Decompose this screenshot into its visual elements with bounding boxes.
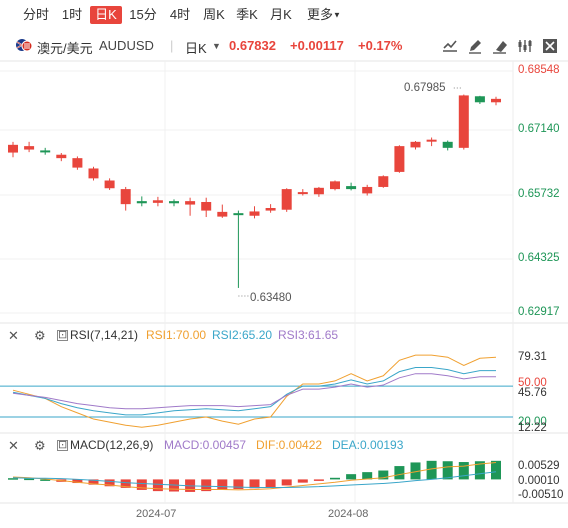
macd-bar (8, 478, 18, 480)
macd-bar (330, 477, 340, 480)
price-axis-label: 0.68548 (518, 64, 560, 76)
x-label-july: 2024-07 (136, 508, 177, 520)
macd-axis-label: 0.00010 (518, 475, 560, 487)
candle-body (56, 154, 67, 159)
rsi-axis-label: 79.31 (518, 351, 547, 363)
candle-body (313, 187, 324, 195)
macd-bar (346, 474, 357, 480)
candle-body (378, 176, 389, 187)
candle-body (394, 146, 405, 172)
candle-body (152, 200, 163, 203)
candle-body (104, 180, 115, 189)
macd-title: MACD(12,26,9) (70, 438, 154, 452)
x-label-august: 2024-08 (328, 508, 369, 520)
candle-body (217, 211, 228, 217)
candle-body (410, 141, 421, 148)
price-axis-label: 0.65732 (518, 188, 560, 200)
rsi2-value: RSI2:65.20 (212, 328, 273, 342)
candle-body (281, 189, 292, 210)
candle-body (249, 211, 260, 216)
candle-body (458, 95, 469, 148)
macd-value: MACD:0.00457 (164, 438, 247, 452)
indicator-toggle-icon[interactable]: ⊡ (57, 330, 68, 341)
rsi-title: RSI(7,14,21) (70, 328, 139, 342)
low-annotation: 0.63480 (250, 292, 292, 304)
macd-bar (265, 479, 276, 488)
macd-bar (24, 478, 35, 481)
macd-bar (152, 479, 163, 492)
rsi3-value: RSI3:61.65 (278, 328, 339, 342)
candle-body (362, 186, 373, 194)
macd-bar (313, 479, 324, 481)
macd-bar (458, 462, 469, 480)
candle-body (346, 186, 357, 190)
candle-body (136, 201, 147, 204)
candle-body (233, 213, 244, 216)
candle-body (185, 201, 196, 205)
macd-axis-label: -0.00510 (518, 489, 564, 501)
gear-icon[interactable]: ⚙ (34, 328, 46, 344)
macd-bar (281, 479, 292, 486)
rsi-line-rsi2 (12, 367, 496, 416)
price-axis-label: 0.62917 (518, 306, 560, 318)
high-annotation: 0.67985 (404, 82, 446, 94)
candle-body (8, 144, 18, 153)
macd-header: ✕ ⚙ ⊡ MACD(12,26,9) MACD:0.00457 DIF:0.0… (0, 436, 568, 454)
candle-body (297, 192, 308, 195)
candle-body (426, 139, 437, 142)
rsi1-value: RSI1:70.00 (146, 328, 207, 342)
dif-value: DIF:0.00422 (256, 438, 323, 452)
macd-bar (491, 460, 501, 480)
close-icon[interactable]: ✕ (8, 328, 19, 344)
macd-bar (217, 479, 228, 490)
candle-body (72, 158, 83, 168)
macd-bar (426, 460, 437, 480)
candle-body (474, 96, 485, 103)
macd-bar (442, 461, 453, 480)
candle-body (169, 201, 179, 204)
candle-body (265, 208, 276, 211)
macd-bar (394, 466, 405, 480)
candle-body (201, 201, 212, 211)
candle-body (442, 141, 453, 148)
gear-icon[interactable]: ⚙ (34, 438, 46, 454)
candle-body (40, 150, 51, 153)
candle-body (330, 181, 340, 190)
candle-body (120, 189, 131, 205)
rsi-axis-label: 12.22 (518, 422, 547, 434)
rsi-axis-label: 45.76 (518, 387, 547, 399)
rsi-line-rsi3 (12, 373, 496, 410)
candle-body (491, 98, 501, 103)
rsi-header: ✕ ⚙ ⊡ RSI(7,14,21) RSI1:70.00 RSI2:65.20… (0, 326, 568, 344)
price-axis-label: 0.67140 (518, 123, 560, 135)
rsi-line-rsi1 (12, 354, 497, 428)
dea-value: DEA:0.00193 (332, 438, 404, 452)
macd-bar (297, 479, 308, 483)
candle-body (88, 168, 99, 179)
price-axis-label: 0.64325 (518, 252, 560, 264)
close-icon[interactable]: ✕ (8, 438, 19, 454)
candle-body (24, 146, 35, 150)
indicator-toggle-icon[interactable]: ⊡ (57, 440, 68, 451)
macd-axis-label: 0.00529 (518, 460, 560, 472)
